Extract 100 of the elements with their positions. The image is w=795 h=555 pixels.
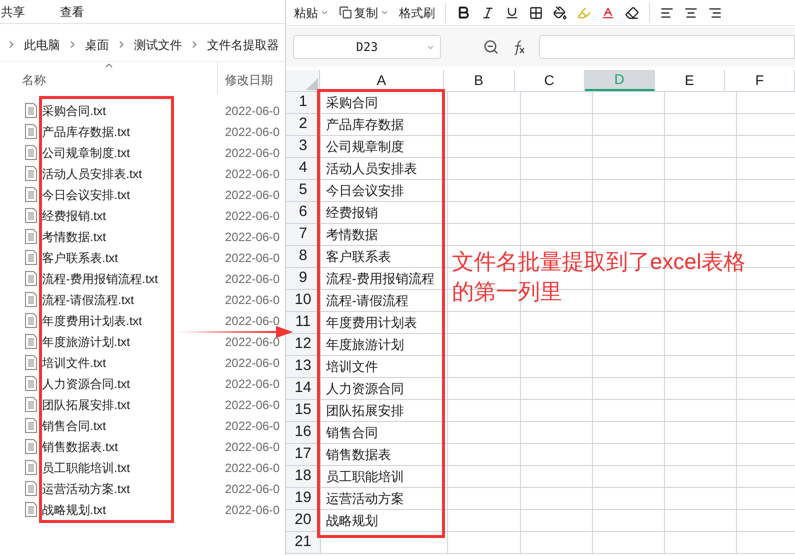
row-number[interactable]: 15 <box>286 400 321 421</box>
row-number[interactable]: 5 <box>286 180 321 201</box>
modified-date: 2022-06-0 <box>225 396 280 414</box>
annotation-text: 文件名批量提取到了excel表格 <box>452 248 746 276</box>
file-name[interactable]: 采购合同.txt <box>42 102 106 120</box>
file-name[interactable]: 员工职能培训.txt <box>42 458 130 476</box>
row-number[interactable]: 12 <box>286 334 321 355</box>
file-name[interactable]: 经费报销.txt <box>42 206 106 224</box>
row-number[interactable]: 4 <box>286 158 321 179</box>
row-number[interactable]: 21 <box>286 532 321 553</box>
eraser-icon[interactable] <box>625 6 639 20</box>
cell-text: 考情数据 <box>326 226 378 244</box>
row-number[interactable]: 14 <box>286 378 321 399</box>
cell-text: 采购合同 <box>326 94 378 112</box>
file-name[interactable]: 产品库存数据.txt <box>42 122 130 140</box>
borders-icon[interactable] <box>529 6 543 20</box>
text-file-icon <box>25 502 37 517</box>
row-number[interactable]: 2 <box>286 114 321 135</box>
row-number[interactable]: 13 <box>286 356 321 377</box>
column-header[interactable]: E <box>654 70 725 91</box>
paint-bucket-icon[interactable] <box>553 6 567 20</box>
ribbon-tab[interactable]: 共享 <box>1 2 25 20</box>
breadcrumb-item[interactable]: 桌面 <box>82 36 112 54</box>
breadcrumb-item[interactable]: 测试文件 <box>131 36 185 54</box>
toolbar-button[interactable]: 格式刷 <box>399 4 435 22</box>
row-number[interactable]: 9 <box>286 268 321 289</box>
align-left-icon[interactable] <box>660 6 674 20</box>
modified-date: 2022-06-0 <box>225 186 280 204</box>
file-name[interactable]: 今日会议安排.txt <box>42 186 130 204</box>
cell-text: 员工职能培训 <box>326 468 404 486</box>
breadcrumb-item[interactable]: 此电脑 <box>21 36 63 54</box>
text-file-icon <box>25 376 37 391</box>
cell-text: 产品库存数据 <box>326 116 404 134</box>
modified-date: 2022-06-0 <box>225 502 280 518</box>
ribbon-tab[interactable]: 查看 <box>60 2 84 20</box>
row-number[interactable]: 11 <box>286 312 321 333</box>
text-file-icon <box>25 481 37 496</box>
row-number[interactable]: 20 <box>286 510 321 531</box>
file-name[interactable]: 年度旅游计划.txt <box>42 332 130 350</box>
row-number[interactable]: 8 <box>286 246 321 267</box>
bold-icon[interactable] <box>456 5 471 20</box>
breadcrumb-item[interactable]: 文件名提取器 <box>204 36 282 54</box>
formula-input[interactable] <box>539 35 795 59</box>
text-file-icon <box>25 145 37 160</box>
cell-text: 流程-费用报销流程 <box>326 270 434 288</box>
file-name[interactable]: 客户联系表.txt <box>42 248 118 266</box>
zoom-out-icon[interactable] <box>483 39 499 55</box>
text-file-icon <box>25 103 37 118</box>
column-header[interactable]: B <box>444 70 515 91</box>
modified-date: 2022-06-0 <box>225 166 280 182</box>
row-number[interactable]: 16 <box>286 422 321 443</box>
modified-date: 2022-06-0 <box>225 228 280 246</box>
column-header[interactable]: F <box>724 70 795 91</box>
text-file-icon <box>25 271 37 286</box>
file-name[interactable]: 运营活动方案.txt <box>42 480 130 498</box>
toolbar-button[interactable]: 粘贴 <box>294 4 329 22</box>
text-file-icon <box>25 355 37 370</box>
file-name[interactable]: 流程-请假流程.txt <box>42 290 134 308</box>
file-name[interactable]: 团队拓展安排.txt <box>42 396 130 414</box>
row-number[interactable]: 6 <box>286 202 321 223</box>
modified-date: 2022-06-0 <box>225 438 280 456</box>
underline-icon[interactable] <box>505 6 519 20</box>
file-name[interactable]: 销售数据表.txt <box>42 438 118 456</box>
text-file-icon <box>25 397 37 412</box>
file-name[interactable]: 流程-费用报销流程.txt <box>42 270 158 288</box>
file-name[interactable]: 公司规章制度.txt <box>42 144 130 162</box>
text-file-icon <box>25 124 37 139</box>
align-right-icon[interactable] <box>708 6 722 20</box>
column-header[interactable]: C <box>514 70 585 91</box>
font-color-icon[interactable] <box>601 6 615 20</box>
file-name[interactable]: 活动人员安排表.txt <box>42 164 142 182</box>
row-number[interactable]: 3 <box>286 136 321 157</box>
row-number[interactable]: 18 <box>286 466 321 487</box>
row-number[interactable]: 7 <box>286 224 321 245</box>
cell-text: 团队拓展安排 <box>326 402 404 420</box>
file-name[interactable]: 人力资源合同.txt <box>42 374 130 392</box>
column-header[interactable]: 修改日期 <box>218 62 273 94</box>
text-file-icon <box>25 229 37 244</box>
row-number[interactable]: 10 <box>286 290 321 311</box>
name-box[interactable]: D23 <box>293 35 441 59</box>
row-number[interactable]: 1 <box>286 92 321 113</box>
align-center-icon[interactable] <box>684 6 698 20</box>
file-name[interactable]: 销售合同.txt <box>42 416 106 434</box>
modified-date: 2022-06-0 <box>225 124 280 140</box>
file-name[interactable]: 战略规划.txt <box>42 500 106 518</box>
toolbar-button[interactable]: 复制 <box>339 4 389 22</box>
row-number[interactable]: 19 <box>286 488 321 509</box>
italic-icon[interactable] <box>481 6 495 20</box>
file-name[interactable]: 年度费用计划表.txt <box>42 312 142 330</box>
text-file-icon <box>25 166 37 181</box>
modified-date: 2022-06-0 <box>225 250 280 266</box>
caret-icon <box>320 8 329 17</box>
column-header[interactable]: 名称 <box>0 62 218 94</box>
row-number[interactable]: 17 <box>286 444 321 465</box>
column-header[interactable]: A <box>320 70 444 91</box>
file-name[interactable]: 培训文件.txt <box>42 354 106 372</box>
text-file-icon <box>25 439 37 454</box>
modified-date: 2022-06-0 <box>225 480 280 498</box>
file-name[interactable]: 考情数据.txt <box>42 228 106 246</box>
cell-text: 培训文件 <box>326 358 378 376</box>
